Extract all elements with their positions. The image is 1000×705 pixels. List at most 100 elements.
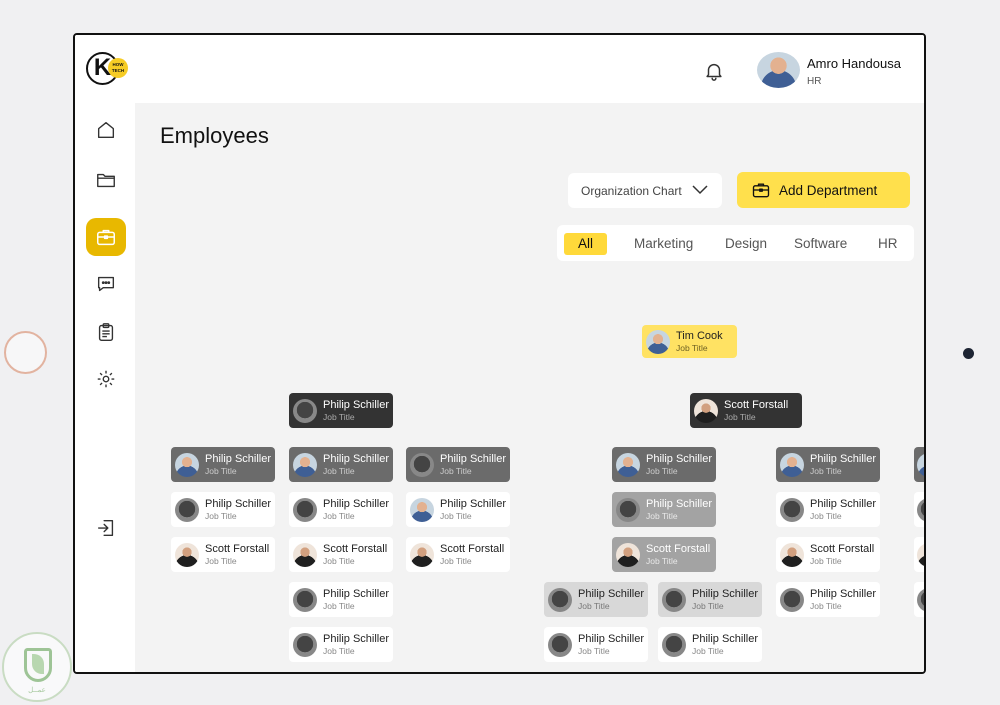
org-card[interactable]: Philip Schiller Job Title [776,582,880,617]
employee-avatar [293,587,317,612]
org-card[interactable]: Scott Forstall Job Title [612,537,716,572]
employee-name: Philip Schiller [810,497,877,510]
view-select[interactable]: Organization Chart [568,173,722,208]
logout-icon [97,519,114,537]
employee-job: Job Title [646,555,678,566]
employee-avatar [694,398,718,423]
org-card[interactable]: Philip Schiller Job Title [289,627,393,662]
employee-avatar [917,542,924,567]
employee-avatar [293,497,317,522]
org-card[interactable]: Philip Schiller Job Title [776,447,880,482]
employee-job: Job Title [692,600,724,611]
org-card[interactable]: Scott Forstall Job Title [289,537,393,572]
employee-job: Job Title [646,465,678,476]
main-content: Employees Organization Chart Add Departm… [135,103,924,672]
view-select-value: Organization Chart [581,183,682,198]
employee-job: Job Title [646,510,678,521]
tablet-home-button [4,331,47,374]
org-card[interactable]: Philip Schiller Job Title [171,447,275,482]
org-card[interactable]: Philip Schiller Job Title [406,492,510,527]
employee-name: Philip Schiller [646,497,713,510]
clipboard-nav-button[interactable] [86,313,126,351]
gear-icon [97,370,115,388]
org-card[interactable]: Philip Schiller Job Title [289,447,393,482]
org-card[interactable]: Philip Schiller Job Title [544,627,648,662]
logo-tag: HOW TECH [108,58,128,78]
org-card[interactable]: Philip Schiller Job Title [406,447,510,482]
org-card[interactable]: Philip Schiller Job Title [612,447,716,482]
tab-marketing[interactable]: Marketing [634,233,693,255]
employee-avatar [780,452,804,477]
employee-avatar [917,497,924,522]
employee-avatar [780,497,804,522]
employee-name: Scott Forstall [323,542,388,555]
employee-avatar [293,542,317,567]
add-department-button[interactable]: Add Department [737,172,910,208]
org-card[interactable]: Scott Forstall Job Title [776,537,880,572]
tab-hr[interactable]: HR [878,233,898,255]
tab-all[interactable]: All [564,233,607,255]
home-icon [97,121,115,139]
chat-nav-button[interactable] [86,265,126,303]
folder-nav-button[interactable] [86,161,126,199]
employee-name: Scott Forstall [724,398,789,411]
tab-software[interactable]: Software [794,233,847,255]
user-avatar[interactable] [757,52,800,88]
sidebar [75,103,135,672]
org-card-partial[interactable] [914,582,924,617]
org-card-partial[interactable] [914,447,924,482]
employee-job: Job Title [205,465,237,476]
employee-avatar [175,452,199,477]
org-card[interactable]: Philip Schiller Job Title [544,582,648,617]
tablet-camera [963,348,974,359]
settings-nav-button[interactable] [86,360,126,398]
employee-avatar [616,497,640,522]
org-card-partial[interactable] [914,492,924,527]
employee-job: Job Title [205,555,237,566]
org-card[interactable]: Philip Schiller Job Title [658,582,762,617]
org-card[interactable]: Scott Forstall Job Title [171,537,275,572]
employee-job: Job Title [323,510,355,521]
org-card[interactable]: Philip Schiller Job Title [776,492,880,527]
employee-avatar [293,632,317,657]
employee-name: Philip Schiller [692,632,759,645]
org-card[interactable]: Philip Schiller Job Title [289,582,393,617]
org-card[interactable]: Philip Schiller Job Title [289,492,393,527]
briefcase-icon [97,229,115,246]
employee-name: Scott Forstall [205,542,270,555]
org-card[interactable]: Scott Forstall Job Title [406,537,510,572]
add-department-label: Add Department [779,182,878,198]
org-card-root[interactable]: Tim Cook Job Title [642,325,737,358]
briefcase-nav-button[interactable] [86,218,126,256]
watermark-logo: عمــل [2,632,72,702]
page-title: Employees [160,123,269,148]
tab-design[interactable]: Design [725,233,767,255]
org-card[interactable]: Philip Schiller Job Title [612,492,716,527]
employee-job: Job Title [724,411,756,422]
bell-icon[interactable] [703,60,725,82]
employee-name: Scott Forstall [810,542,875,555]
employee-avatar [410,452,434,477]
org-card[interactable]: Philip Schiller Job Title [658,627,762,662]
org-card-partial[interactable] [914,537,924,572]
employee-job: Job Title [692,645,724,656]
logout-nav-button[interactable] [86,509,126,547]
employee-job: Job Title [440,555,472,566]
employee-job: Job Title [323,465,355,476]
org-card-lead[interactable]: Philip Schiller Job Title [289,393,393,428]
employee-name: Philip Schiller [810,587,877,600]
employee-avatar [293,398,317,423]
user-name[interactable]: Amro Handousa [807,56,901,71]
app-logo[interactable]: K HOW TECH [86,52,130,88]
employee-name: Philip Schiller [440,452,507,465]
briefcase-icon [752,183,770,198]
watermark-text: عمــل [28,687,46,694]
org-card-lead[interactable]: Scott Forstall Job Title [690,393,802,428]
employee-name: Philip Schiller [205,452,272,465]
org-card[interactable]: Philip Schiller Job Title [171,492,275,527]
user-role: HR [807,76,822,87]
employee-avatar [662,587,686,612]
employee-name: Scott Forstall [440,542,505,555]
employee-job: Job Title [810,465,842,476]
home-nav-button[interactable] [86,111,126,149]
